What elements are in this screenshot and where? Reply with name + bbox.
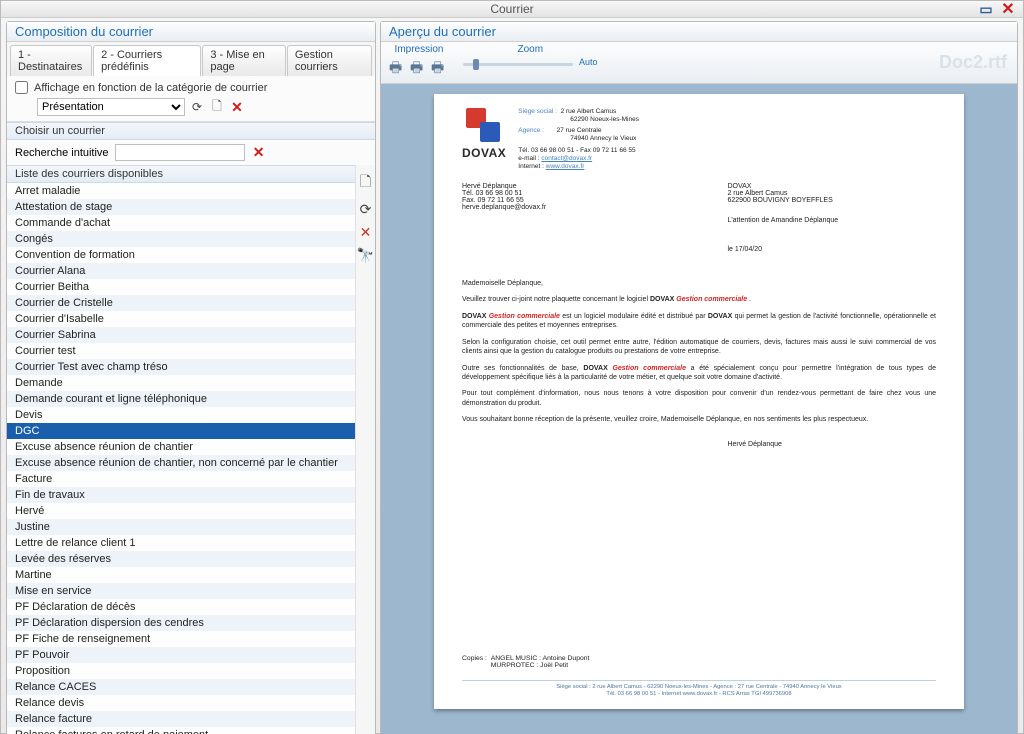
letterhead-info: Siège social : 2 rue Albert Camus 62290 … [518,108,639,171]
recipient-block: DOVAX 2 rue Albert Camus 622900 BOUVIGNY… [727,183,936,211]
clear-search-icon[interactable]: ✕ [251,145,267,161]
date-line: le 17/04/20 [727,246,936,253]
list-item[interactable]: Demande [7,375,355,391]
list-item[interactable]: Relance facture [7,711,355,727]
document-page: DOVAX Siège social : 2 rue Albert Camus … [434,94,964,709]
print-icon[interactable]: 🖶 [389,57,407,75]
binoculars-icon[interactable]: 🔭 [357,247,374,264]
list-item[interactable]: Courrier d'Isabelle [7,311,355,327]
category-filter-label: Affichage en fonction de la catégorie de… [34,82,267,94]
list-item[interactable]: Hervé [7,503,355,519]
letter-body: Mademoiselle Déplanque, Veuillez trouver… [462,279,936,425]
list-item[interactable]: Courrier Test avec champ tréso [7,359,355,375]
courrier-list[interactable]: Liste des courriers disponibles Arret ma… [7,165,355,734]
tab-0[interactable]: 1 - Destinataires [10,45,92,76]
list-item[interactable]: Levée des réserves [7,551,355,567]
preview-panel: Aperçu du courrier Impression 🖶 🖶 🖶 Zoom… [380,21,1018,734]
list-item[interactable]: PF Déclaration de décès [7,599,355,615]
list-item[interactable]: Excuse absence réunion de chantier, non … [7,455,355,471]
document-name: Doc2.rtf [939,52,1007,73]
zoom-slider[interactable] [463,63,573,66]
composition-panel: Composition du courrier 1 - Destinataire… [6,21,376,734]
list-item[interactable]: PF Pouvoir [7,647,355,663]
list-item[interactable]: Mise en service [7,583,355,599]
list-item[interactable]: Courrier de Cristelle [7,295,355,311]
sender-block: Hervé Déplanque Tél. 03 66 98 00 51 Fax.… [462,183,546,211]
list-item[interactable]: Congés [7,231,355,247]
list-item[interactable]: Courrier test [7,343,355,359]
list-item[interactable]: Relance factures en retard de paiement [7,727,355,734]
list-item[interactable]: Relance CACES [7,679,355,695]
list-item[interactable]: PF Fiche de renseignement [7,631,355,647]
list-item[interactable]: Courrier Sabrina [7,327,355,343]
attention-line: L'attention de Amandine Déplanque [727,217,936,224]
minimize-button[interactable]: ▭ [977,1,995,17]
preview-title: Aperçu du courrier [381,22,1017,42]
preview-toolbar: Impression 🖶 🖶 🖶 Zoom Auto Doc2.rtf [381,42,1017,84]
app-window: Courrier ▭ ✕ Composition du courrier 1 -… [0,0,1024,734]
list-item[interactable]: Arret maladie [7,183,355,199]
list-item[interactable]: Courrier Beitha [7,279,355,295]
list-item[interactable]: DGC [7,423,355,439]
tab-3[interactable]: Gestion courriers [287,45,372,76]
list-item[interactable]: Excuse absence réunion de chantier [7,439,355,455]
search-row: Recherche intuitive ✕ [7,140,375,165]
list-item[interactable]: Martine [7,567,355,583]
list-item[interactable]: Lettre de relance client 1 [7,535,355,551]
zoom-group: Zoom Auto [463,44,598,67]
list-item[interactable]: Fin de travaux [7,487,355,503]
company-brand: DOVAX [462,146,506,160]
titlebar: Courrier ▭ ✕ [1,1,1023,18]
signature: Hervé Déplanque [727,441,936,448]
category-filter-checkbox[interactable] [15,81,28,94]
new-doc-icon[interactable]: 🗋 [209,99,225,115]
print-settings-icon[interactable]: 🖶 [431,57,449,75]
company-logo: DOVAX [462,108,506,171]
search-input[interactable] [115,144,245,161]
list-item[interactable]: Courrier Alana [7,263,355,279]
close-button[interactable]: ✕ [999,1,1017,17]
list-item[interactable]: Devis [7,407,355,423]
filter-bar: Affichage en fonction de la catégorie de… [7,76,375,122]
tab-2[interactable]: 3 - Mise en page [202,45,286,76]
composition-tabs: 1 - Destinataires2 - Courriers prédéfini… [7,42,375,76]
list-item[interactable]: Proposition [7,663,355,679]
zoom-group-label: Zoom [517,44,543,55]
remove-icon[interactable]: ✕ [360,224,372,241]
list-item[interactable]: Commande d'achat [7,215,355,231]
list-item[interactable]: Convention de formation [7,247,355,263]
zoom-mode-label: Auto [579,57,598,67]
sync-icon[interactable]: ⟳ [360,201,372,218]
category-select[interactable]: Présentation [37,98,185,116]
copies-block: Copies : ANGEL MUSIC : Antoine Dupont Co… [462,655,589,669]
new-icon[interactable]: 🗋 [360,171,371,195]
delete-icon[interactable]: ✕ [229,99,245,115]
list-header: Liste des courriers disponibles [7,166,355,183]
print-preview-icon[interactable]: 🖶 [410,57,428,75]
window-title: Courrier [490,2,533,16]
composition-title: Composition du courrier [7,22,375,42]
search-label: Recherche intuitive [15,147,109,159]
print-group-label: Impression [395,44,444,55]
list-item[interactable]: Demande courant et ligne téléphonique [7,391,355,407]
preview-area: DOVAX Siège social : 2 rue Albert Camus … [381,84,1017,734]
list-item[interactable]: Relance devis [7,695,355,711]
list-item[interactable]: PF Déclaration dispersion des cendres [7,615,355,631]
list-item[interactable]: Justine [7,519,355,535]
print-group: Impression 🖶 🖶 🖶 [389,44,449,75]
page-footer: Siège social : 2 rue Albert Camus - 6229… [462,680,936,699]
list-item[interactable]: Facture [7,471,355,487]
list-item[interactable]: Attestation de stage [7,199,355,215]
refresh-icon[interactable]: ⟳ [189,99,205,115]
list-action-column: 🗋 ⟳ ✕ 🔭 [355,165,375,734]
choose-courrier-header: Choisir un courrier [7,122,375,140]
tab-1[interactable]: 2 - Courriers prédéfinis [93,45,201,76]
